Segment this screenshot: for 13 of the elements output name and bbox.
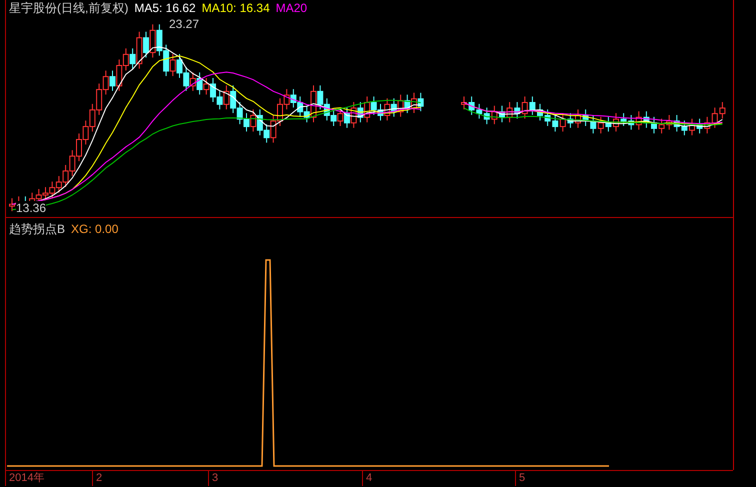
low-price-label: 13.36	[16, 201, 46, 215]
chart-title: 星宇股份(日线,前复权)	[9, 1, 128, 16]
moving-average-legend: MA20	[276, 1, 308, 16]
moving-average-legend: MA5: 16.62	[134, 1, 196, 16]
indicator-name: 趋势拐点B	[9, 221, 66, 238]
high-price-label: 23.27	[169, 16, 200, 33]
indicator-value: XG: 0.00	[71, 221, 118, 238]
time-axis-label: 2	[92, 471, 102, 486]
time-axis-label: 3	[208, 471, 218, 486]
moving-average-legend: MA10: 16.34	[202, 1, 270, 16]
time-axis-label: 4	[362, 471, 372, 486]
time-axis-label: 2014年	[5, 471, 44, 486]
time-axis-label: 5	[515, 471, 526, 486]
